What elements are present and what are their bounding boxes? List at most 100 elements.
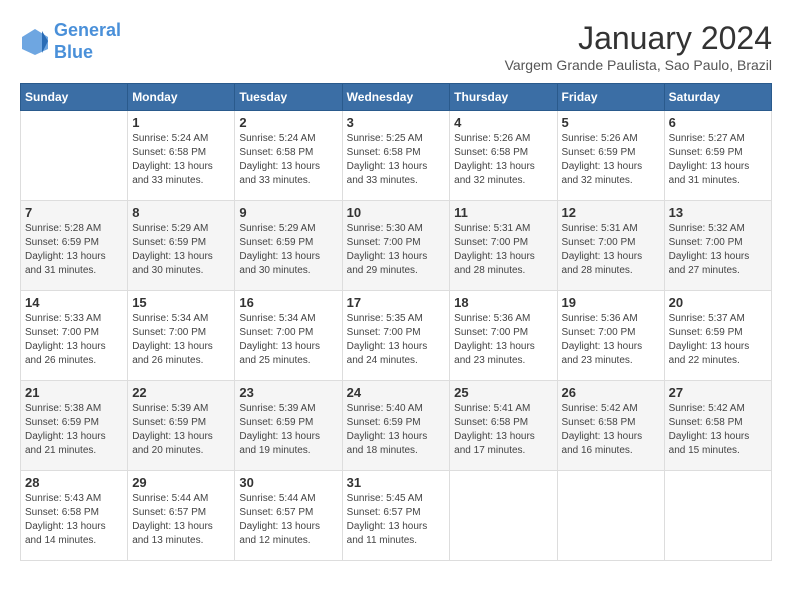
week-row-1: 1 Sunrise: 5:24 AM Sunset: 6:58 PM Daylig…: [21, 111, 772, 201]
day-cell: 24Sunrise: 5:40 AM Sunset: 6:59 PM Dayli…: [342, 381, 450, 471]
day-info: Sunrise: 5:44 AM Sunset: 6:57 PM Dayligh…: [239, 492, 337, 548]
day-number: 3: [347, 115, 446, 130]
day-info: Sunrise: 5:36 AM Sunset: 7:00 PM Dayligh…: [562, 312, 660, 368]
calendar-table: SundayMondayTuesdayWednesdayThursdayFrid…: [20, 83, 772, 561]
day-info: Sunrise: 5:34 AM Sunset: 7:00 PM Dayligh…: [239, 312, 337, 368]
day-number: 19: [562, 295, 660, 310]
day-info: Sunrise: 5:38 AM Sunset: 6:59 PM Dayligh…: [25, 402, 123, 458]
day-cell: 16 Sunrise: 5:34 AM Sunset: 7:00 PM Dayli…: [235, 291, 342, 381]
day-number: 4: [454, 115, 552, 130]
day-cell: 29 Sunrise: 5:44 AM Sunset: 6:57 PM Dayli…: [128, 471, 235, 561]
day-number: 12: [562, 205, 660, 220]
day-info: Sunrise: 5:29 AM Sunset: 6:59 PM Dayligh…: [239, 222, 337, 278]
day-info: Sunrise: 5:27 AM Sunset: 6:59 PM Dayligh…: [669, 132, 767, 188]
title-block: January 2024 Vargem Grande Paulista, Sao…: [505, 20, 772, 73]
day-cell: 9 Sunrise: 5:29 AM Sunset: 6:59 PM Daylig…: [235, 201, 342, 291]
day-info: Sunrise: 5:30 AM Sunset: 7:00 PM Dayligh…: [347, 222, 446, 278]
day-cell: 5Sunrise: 5:26 AM Sunset: 6:59 PM Daylig…: [557, 111, 664, 201]
week-row-5: 28 Sunrise: 5:43 AM Sunset: 6:58 PM Dayli…: [21, 471, 772, 561]
day-info: Sunrise: 5:44 AM Sunset: 6:57 PM Dayligh…: [132, 492, 230, 548]
weekday-header-wednesday: Wednesday: [342, 84, 450, 111]
day-number: 22: [132, 385, 230, 400]
day-number: 28: [25, 475, 123, 490]
day-cell: 26 Sunrise: 5:42 AM Sunset: 6:58 PM Dayli…: [557, 381, 664, 471]
day-number: 29: [132, 475, 230, 490]
day-cell: 3 Sunrise: 5:25 AM Sunset: 6:58 PM Daylig…: [342, 111, 450, 201]
day-cell: 23 Sunrise: 5:39 AM Sunset: 6:59 PM Dayli…: [235, 381, 342, 471]
logo: General Blue: [20, 20, 121, 63]
day-cell: 17Sunrise: 5:35 AM Sunset: 7:00 PM Dayli…: [342, 291, 450, 381]
day-info: Sunrise: 5:31 AM Sunset: 7:00 PM Dayligh…: [562, 222, 660, 278]
weekday-header-thursday: Thursday: [450, 84, 557, 111]
weekday-header-row: SundayMondayTuesdayWednesdayThursdayFrid…: [21, 84, 772, 111]
day-cell: 19 Sunrise: 5:36 AM Sunset: 7:00 PM Dayli…: [557, 291, 664, 381]
weekday-header-saturday: Saturday: [664, 84, 771, 111]
day-number: 13: [669, 205, 767, 220]
day-cell: 20 Sunrise: 5:37 AM Sunset: 6:59 PM Dayli…: [664, 291, 771, 381]
logo-line1: General: [54, 20, 121, 40]
day-number: 20: [669, 295, 767, 310]
day-number: 23: [239, 385, 337, 400]
day-info: Sunrise: 5:34 AM Sunset: 7:00 PM Dayligh…: [132, 312, 230, 368]
day-number: 15: [132, 295, 230, 310]
day-info: Sunrise: 5:26 AM Sunset: 6:58 PM Dayligh…: [454, 132, 552, 188]
day-info: Sunrise: 5:33 AM Sunset: 7:00 PM Dayligh…: [25, 312, 123, 368]
day-number: 26: [562, 385, 660, 400]
day-info: Sunrise: 5:42 AM Sunset: 6:58 PM Dayligh…: [562, 402, 660, 458]
day-info: Sunrise: 5:42 AM Sunset: 6:58 PM Dayligh…: [669, 402, 767, 458]
day-info: Sunrise: 5:39 AM Sunset: 6:59 PM Dayligh…: [239, 402, 337, 458]
day-cell: 21 Sunrise: 5:38 AM Sunset: 6:59 PM Dayli…: [21, 381, 128, 471]
day-info: Sunrise: 5:43 AM Sunset: 6:58 PM Dayligh…: [25, 492, 123, 548]
day-info: Sunrise: 5:41 AM Sunset: 6:58 PM Dayligh…: [454, 402, 552, 458]
day-number: 8: [132, 205, 230, 220]
weekday-header-friday: Friday: [557, 84, 664, 111]
day-cell: 1 Sunrise: 5:24 AM Sunset: 6:58 PM Daylig…: [128, 111, 235, 201]
day-cell: 22 Sunrise: 5:39 AM Sunset: 6:59 PM Dayli…: [128, 381, 235, 471]
day-cell: 25 Sunrise: 5:41 AM Sunset: 6:58 PM Dayli…: [450, 381, 557, 471]
day-info: Sunrise: 5:28 AM Sunset: 6:59 PM Dayligh…: [25, 222, 123, 278]
day-number: 1: [132, 115, 230, 130]
day-info: Sunrise: 5:39 AM Sunset: 6:59 PM Dayligh…: [132, 402, 230, 458]
day-cell: [450, 471, 557, 561]
day-info: Sunrise: 5:35 AM Sunset: 7:00 PM Dayligh…: [347, 312, 446, 368]
logo-icon: [20, 27, 50, 57]
day-cell: 6 Sunrise: 5:27 AM Sunset: 6:59 PM Daylig…: [664, 111, 771, 201]
logo-line2: Blue: [54, 42, 121, 64]
day-number: 25: [454, 385, 552, 400]
day-cell: 14 Sunrise: 5:33 AM Sunset: 7:00 PM Dayli…: [21, 291, 128, 381]
day-cell: 10Sunrise: 5:30 AM Sunset: 7:00 PM Dayli…: [342, 201, 450, 291]
weekday-header-monday: Monday: [128, 84, 235, 111]
day-number: 31: [347, 475, 446, 490]
day-info: Sunrise: 5:24 AM Sunset: 6:58 PM Dayligh…: [239, 132, 337, 188]
logo-text: General Blue: [54, 20, 121, 63]
day-number: 9: [239, 205, 337, 220]
month-title: January 2024: [505, 20, 772, 57]
day-info: Sunrise: 5:25 AM Sunset: 6:58 PM Dayligh…: [347, 132, 446, 188]
day-info: Sunrise: 5:37 AM Sunset: 6:59 PM Dayligh…: [669, 312, 767, 368]
day-number: 14: [25, 295, 123, 310]
day-cell: [21, 111, 128, 201]
day-info: Sunrise: 5:26 AM Sunset: 6:59 PM Dayligh…: [562, 132, 660, 188]
page-header: General Blue January 2024 Vargem Grande …: [20, 20, 772, 73]
day-cell: 11Sunrise: 5:31 AM Sunset: 7:00 PM Dayli…: [450, 201, 557, 291]
day-info: Sunrise: 5:24 AM Sunset: 6:58 PM Dayligh…: [132, 132, 230, 188]
day-number: 6: [669, 115, 767, 130]
day-number: 21: [25, 385, 123, 400]
day-cell: [557, 471, 664, 561]
day-cell: 2 Sunrise: 5:24 AM Sunset: 6:58 PM Daylig…: [235, 111, 342, 201]
day-cell: 30Sunrise: 5:44 AM Sunset: 6:57 PM Dayli…: [235, 471, 342, 561]
day-number: 16: [239, 295, 337, 310]
day-number: 2: [239, 115, 337, 130]
day-info: Sunrise: 5:29 AM Sunset: 6:59 PM Dayligh…: [132, 222, 230, 278]
day-info: Sunrise: 5:36 AM Sunset: 7:00 PM Dayligh…: [454, 312, 552, 368]
day-number: 7: [25, 205, 123, 220]
weekday-header-tuesday: Tuesday: [235, 84, 342, 111]
week-row-4: 21 Sunrise: 5:38 AM Sunset: 6:59 PM Dayli…: [21, 381, 772, 471]
day-cell: 15 Sunrise: 5:34 AM Sunset: 7:00 PM Dayli…: [128, 291, 235, 381]
day-cell: 27Sunrise: 5:42 AM Sunset: 6:58 PM Dayli…: [664, 381, 771, 471]
week-row-3: 14 Sunrise: 5:33 AM Sunset: 7:00 PM Dayli…: [21, 291, 772, 381]
day-cell: 28 Sunrise: 5:43 AM Sunset: 6:58 PM Dayli…: [21, 471, 128, 561]
day-cell: [664, 471, 771, 561]
day-info: Sunrise: 5:31 AM Sunset: 7:00 PM Dayligh…: [454, 222, 552, 278]
weekday-header-sunday: Sunday: [21, 84, 128, 111]
